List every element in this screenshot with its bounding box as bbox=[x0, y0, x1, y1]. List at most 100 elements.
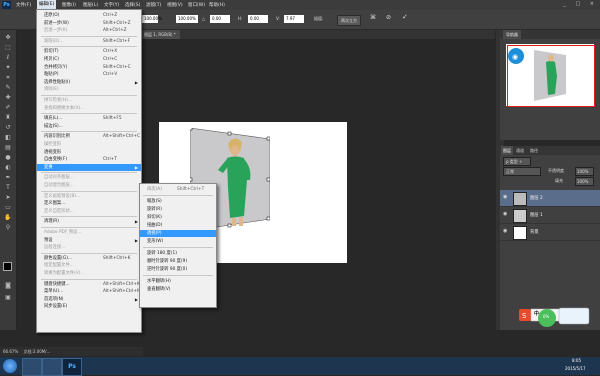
edit-menu-item[interactable]: 颜色设置(G)... Shift+Ctrl+K bbox=[37, 255, 141, 262]
path-select-icon[interactable]: ➤ bbox=[3, 194, 13, 202]
edit-menu-item[interactable]: 转换为配置文件(V)... bbox=[37, 270, 141, 277]
edit-menu-item[interactable]: 还原(O) Ctrl+Z bbox=[37, 12, 141, 19]
quick-mask-icon[interactable]: ◙ bbox=[3, 282, 13, 290]
document-tab[interactable]: 图层 1, RGB/8) * bbox=[140, 30, 180, 39]
edit-menu-item[interactable]: 拼写检查(H)... bbox=[37, 97, 141, 104]
edit-menu-item[interactable]: 键盘快捷键... Alt+Shift+Ctrl+K bbox=[37, 281, 141, 288]
edit-menu-item[interactable]: 描边(S)... bbox=[37, 123, 141, 130]
brush-tool-icon[interactable]: ✐ bbox=[3, 104, 13, 112]
history-brush-icon[interactable]: ↺ bbox=[3, 124, 13, 132]
transform-menu-item[interactable]: 旋转 180 度(1) bbox=[140, 250, 216, 257]
navigator-tab[interactable]: 导航器 bbox=[503, 30, 521, 39]
tab-layers[interactable]: 图层 bbox=[501, 146, 513, 155]
menu-help[interactable]: 帮助(H) bbox=[209, 2, 225, 8]
transform-menu-item[interactable]: 再次(A) Shift+Ctrl+T bbox=[140, 186, 216, 193]
menu-type[interactable]: 文字(Y) bbox=[104, 2, 119, 8]
edit-menu-item[interactable]: 清除(E) bbox=[37, 86, 141, 93]
edit-menu-item[interactable]: 拷贝(C) Ctrl+C bbox=[37, 56, 141, 63]
gradient-tool-icon[interactable]: ▤ bbox=[3, 144, 13, 152]
edit-menu-item[interactable]: 首选项(N) ▶ bbox=[37, 296, 141, 303]
edit-menu-item[interactable]: 同步设置(E) bbox=[37, 303, 141, 310]
pen-tool-icon[interactable]: ✒ bbox=[3, 174, 13, 182]
move-tool-icon[interactable]: ✥ bbox=[3, 34, 13, 42]
ime-floating-widget[interactable]: S 中 0% bbox=[519, 305, 591, 327]
menu-file[interactable]: 文件(F) bbox=[16, 2, 31, 8]
healing-brush-icon[interactable]: ✚ bbox=[3, 94, 13, 102]
edit-menu-item[interactable]: 合并拷贝(Y) Shift+Ctrl+C bbox=[37, 64, 141, 71]
menu-filter[interactable]: 滤镜(T) bbox=[146, 2, 161, 8]
fill-field[interactable]: 100% bbox=[575, 177, 594, 186]
layer-row[interactable]: ◉ 背景 bbox=[500, 224, 600, 241]
edit-menu-item[interactable]: 指定配置文件... bbox=[37, 262, 141, 269]
edit-menu-item[interactable]: 操控变形 bbox=[37, 141, 141, 148]
transform-menu-item[interactable]: 顺时针旋转 90 度(9) bbox=[140, 258, 216, 265]
menu-image[interactable]: 图像(I) bbox=[62, 2, 76, 8]
edit-menu-item[interactable]: 远程连接... bbox=[37, 244, 141, 251]
type-tool-icon[interactable]: T bbox=[3, 184, 13, 192]
cancel-icon[interactable]: ⊘ bbox=[386, 14, 391, 21]
zoom-tool-icon[interactable]: ⚲ bbox=[3, 224, 13, 232]
transform-menu-item[interactable]: 缩放(S) bbox=[140, 198, 216, 205]
vskew-field[interactable]: 7.97 bbox=[284, 15, 304, 23]
edit-menu-item[interactable]: 填充(L)... Shift+F5 bbox=[37, 115, 141, 122]
edit-menu-item[interactable]: 剪切(T) Ctrl+X bbox=[37, 48, 141, 55]
transform-menu-item[interactable]: 变形(W) bbox=[140, 238, 216, 245]
edit-menu-item[interactable]: 透视变形 bbox=[37, 149, 141, 156]
transform-menu-item[interactable]: 逆时针旋转 90 度(0) bbox=[140, 266, 216, 273]
tab-paths[interactable]: 路径 bbox=[530, 146, 538, 155]
transform-menu-item[interactable]: 水平翻转(H) bbox=[140, 278, 216, 285]
layer-row[interactable]: ◉ 图层 2 bbox=[500, 190, 600, 207]
edit-menu-item[interactable]: 渐隐(D)... Shift+Ctrl+F bbox=[37, 38, 141, 45]
menu-window[interactable]: 窗口(W) bbox=[188, 2, 205, 8]
edit-menu-item[interactable]: 前进一步(W) Shift+Ctrl+Z bbox=[37, 20, 141, 27]
commit-icon[interactable]: ✓ bbox=[402, 13, 408, 21]
width-field[interactable]: 100.00% bbox=[142, 15, 162, 23]
blur-tool-icon[interactable]: ● bbox=[3, 154, 13, 162]
edit-menu-item[interactable]: 自由变换(F) Ctrl+T bbox=[37, 156, 141, 163]
layer-kind-filter[interactable]: ρ 类型 ÷ bbox=[503, 157, 531, 166]
blend-mode-select[interactable]: 正常 bbox=[503, 167, 541, 176]
edit-menu-item[interactable]: 内容识别比例 Alt+Shift+Ctrl+C bbox=[37, 133, 141, 140]
transform-menu-item[interactable]: 斜切(K) bbox=[140, 214, 216, 221]
height-field[interactable]: 100.00% bbox=[176, 15, 198, 23]
edit-menu-item[interactable]: 自动对齐图层... bbox=[37, 174, 141, 181]
taskbar-explorer-icon[interactable] bbox=[42, 358, 62, 376]
menu-select[interactable]: 选择(S) bbox=[125, 2, 140, 8]
marquee-tool-icon[interactable]: ⬚ bbox=[3, 44, 13, 52]
transform-menu-item[interactable]: 扭曲(D) bbox=[140, 222, 216, 229]
hand-tool-icon[interactable]: ✋ bbox=[3, 214, 13, 222]
visibility-eye-icon[interactable]: ◉ bbox=[503, 229, 508, 234]
dodge-tool-icon[interactable]: ◐ bbox=[3, 164, 13, 172]
taskbar-photoshop-icon[interactable]: Ps bbox=[62, 358, 82, 376]
eraser-tool-icon[interactable]: ◧ bbox=[3, 134, 13, 142]
tab-channels[interactable]: 通道 bbox=[516, 146, 524, 155]
window-controls[interactable]: _ □ × bbox=[563, 1, 598, 7]
visibility-eye-icon[interactable]: ◉ bbox=[503, 195, 508, 200]
edit-menu-item[interactable]: 后退一步(K) Alt+Ctrl+Z bbox=[37, 27, 141, 34]
edit-menu-item[interactable]: 定义自定形状... bbox=[37, 208, 141, 215]
navigator-view-box[interactable] bbox=[507, 45, 595, 107]
menu-layer[interactable]: 图层(L) bbox=[83, 2, 98, 8]
hskew-field[interactable]: 0.00 bbox=[248, 15, 268, 23]
edit-menu-item[interactable]: 定义画笔预设(B)... bbox=[37, 193, 141, 200]
edit-menu-item[interactable]: 菜单(U)... Alt+Shift+Ctrl+M bbox=[37, 288, 141, 295]
crop-tool-icon[interactable]: ⌗ bbox=[3, 74, 13, 82]
foreground-color-swatch[interactable] bbox=[3, 262, 12, 271]
angle-field[interactable]: 0.00 bbox=[210, 15, 230, 23]
interpolation-select[interactable]: 两次立方 bbox=[337, 15, 361, 26]
transform-menu-item[interactable]: 垂直翻转(V) bbox=[140, 286, 216, 293]
warp-icon[interactable]: ⌘ bbox=[370, 14, 376, 21]
edit-menu-item[interactable]: 查找和替换文本(X)... bbox=[37, 105, 141, 112]
eyedropper-icon[interactable]: ✎ bbox=[3, 84, 13, 92]
lasso-tool-icon[interactable]: ℓ bbox=[3, 54, 13, 62]
transform-menu-item[interactable]: 旋转(R) bbox=[140, 206, 216, 213]
zoom-level[interactable]: 66.67% bbox=[3, 349, 18, 354]
edit-menu-item[interactable]: 预设 ▶ bbox=[37, 237, 141, 244]
edit-menu-item[interactable]: 变换 ▶ bbox=[37, 163, 141, 171]
screen-mode-icon[interactable]: ▣ bbox=[3, 294, 13, 302]
taskbar-ie-icon[interactable] bbox=[22, 358, 42, 376]
edit-menu-item[interactable]: 定义图案... bbox=[37, 200, 141, 207]
visibility-eye-icon[interactable]: ◉ bbox=[503, 212, 508, 217]
start-button[interactable] bbox=[3, 359, 17, 373]
menu-view[interactable]: 视图(V) bbox=[167, 2, 183, 8]
